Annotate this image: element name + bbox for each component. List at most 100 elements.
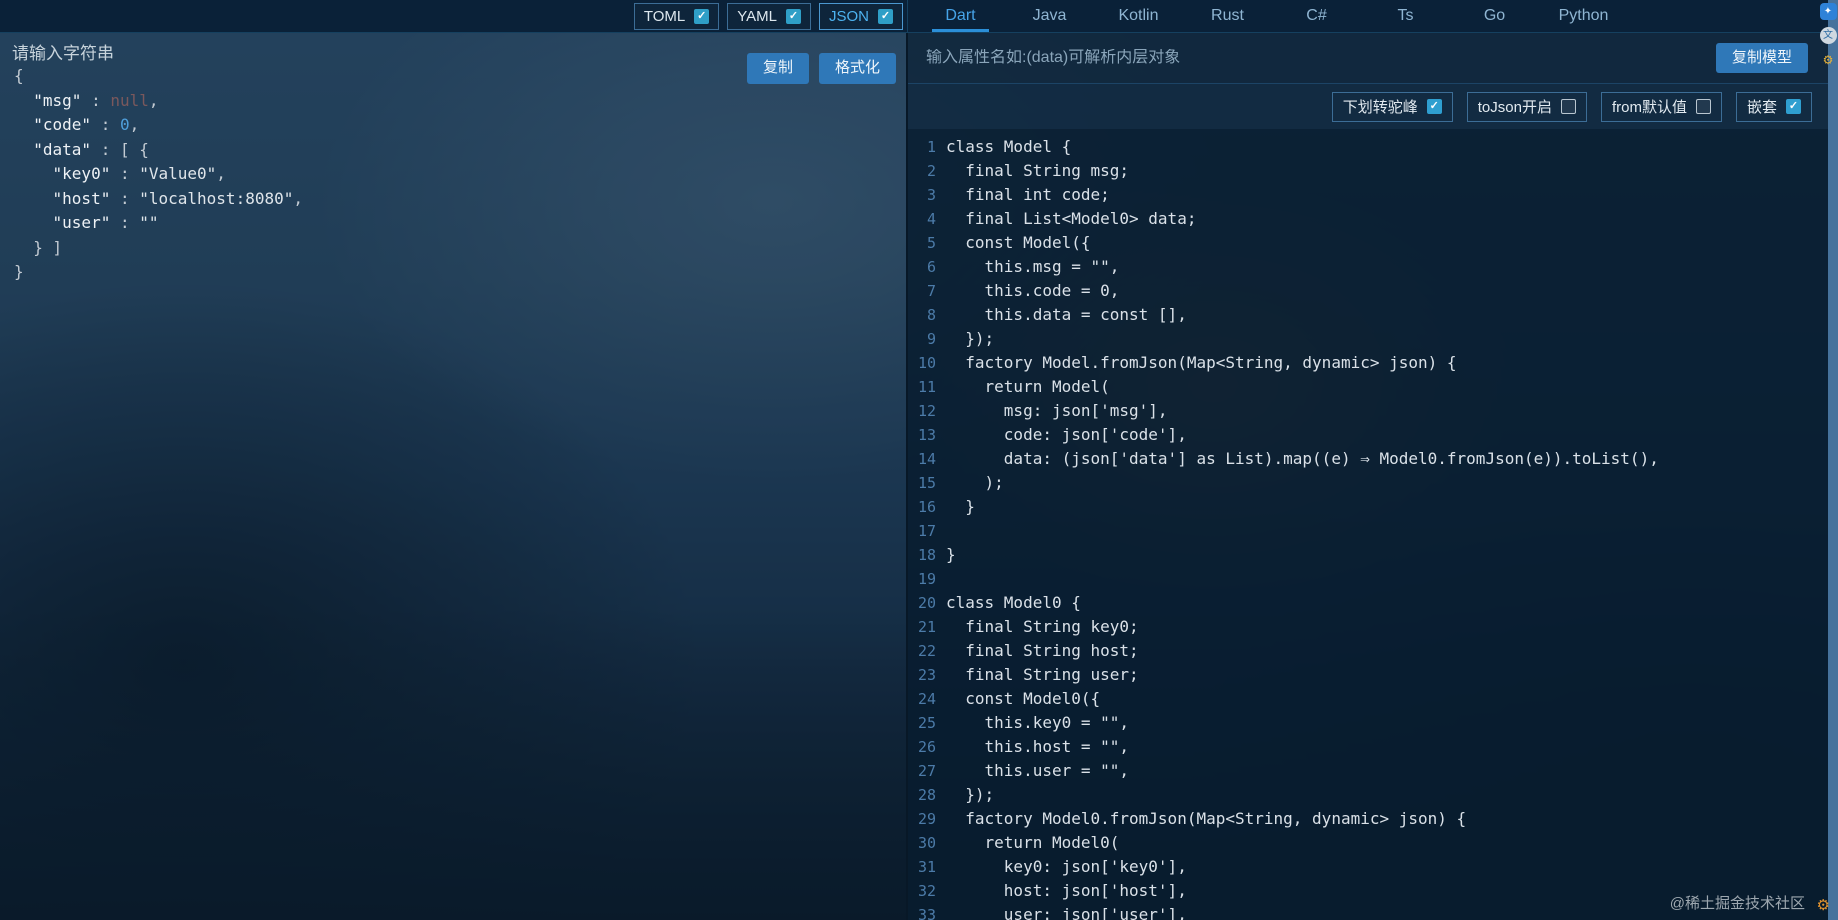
toml-checkbox[interactable]: [694, 8, 710, 24]
code-line: factory Model.fromJson(Map<String, dynam…: [946, 353, 1457, 372]
code-line: this.msg = "",: [946, 257, 1120, 276]
code-line: return Model(: [946, 377, 1110, 396]
line-number: 31: [917, 858, 936, 876]
code-line: code: json['code'],: [946, 425, 1187, 444]
code-line: this.code = 0,: [946, 281, 1120, 300]
tojson-checkbox[interactable]: [1560, 99, 1576, 114]
copy-model-button[interactable]: 复制模型: [1715, 42, 1808, 74]
generated-code-area[interactable]: 1 2 3 4 5 6 7 8 9 10 11 12 13 14 15 16 17 18 19 20 21 22 23 24 2…: [908, 129, 1838, 920]
line-number: 4: [926, 210, 936, 228]
line-number-gutter: 1 2 3 4 5 6 7 8 9 10 11 12 13 14 15 16 17 18 19 20 21 22 23 24 2…: [908, 135, 936, 920]
format-toggle-yaml[interactable]: YAML: [727, 2, 811, 30]
tab-csharp-label: C#: [1306, 7, 1327, 24]
tab-ts-label: Ts: [1397, 7, 1414, 24]
line-number: 11: [917, 378, 936, 396]
tab-python-label: Python: [1558, 7, 1609, 24]
settings-icon[interactable]: ⚙: [1820, 51, 1837, 68]
code-line: this.user = "",: [946, 761, 1130, 780]
line-number: 12: [917, 402, 936, 420]
json-editor[interactable]: { "msg" : null, "code" : 0, "data" : [ {…: [0, 64, 906, 920]
line-number: 3: [926, 186, 936, 204]
yaml-checkbox[interactable]: [785, 8, 801, 24]
tab-dart[interactable]: Dart: [916, 0, 1005, 32]
tab-go[interactable]: Go: [1450, 0, 1539, 32]
tab-python[interactable]: Python: [1539, 0, 1628, 32]
code-line: final String msg;: [946, 161, 1130, 180]
line-number: 32: [917, 882, 936, 900]
settings-icon-bottom[interactable]: ⚙: [1817, 896, 1830, 914]
json-input-panel: 请输入字符串 复制 格式化 { "msg" : null, "code" : 0…: [0, 33, 908, 920]
line-number: 10: [917, 354, 936, 372]
line-number: 20: [917, 594, 936, 612]
tab-kotlin[interactable]: Kotlin: [1094, 0, 1183, 32]
topbar: TOML YAML JSON Dart Java Kotlin Rust C# …: [0, 0, 1838, 33]
code-line: const Model0({: [946, 689, 1101, 708]
copy-button[interactable]: 复制: [746, 53, 809, 84]
main-content: 请输入字符串 复制 格式化 { "msg" : null, "code" : 0…: [0, 33, 1838, 920]
option-from-default-label: from默认值: [1611, 99, 1687, 116]
code-line: final String host;: [946, 641, 1139, 660]
scrollbar[interactable]: [1828, 0, 1838, 920]
nested-checkbox[interactable]: [1786, 99, 1801, 114]
code-line: final String key0;: [946, 617, 1139, 636]
toml-label: TOML: [643, 7, 686, 25]
tab-go-label: Go: [1483, 7, 1506, 24]
option-camel-case-label: 下划转驼峰: [1342, 99, 1418, 116]
tab-ts[interactable]: Ts: [1361, 0, 1450, 32]
code-line: this.key0 = "",: [946, 713, 1130, 732]
code-line: });: [946, 785, 995, 804]
property-row: 复制模型: [908, 33, 1838, 84]
json-line: "key0" : "Value0",: [52, 164, 226, 183]
tab-dart-label: Dart: [945, 7, 976, 24]
code-line: });: [946, 329, 995, 348]
line-number: 8: [926, 306, 936, 324]
code-line: }: [946, 497, 975, 516]
code-line: final int code;: [946, 185, 1110, 204]
option-nested[interactable]: 嵌套: [1735, 91, 1812, 122]
json-line: }: [14, 262, 24, 281]
json-label: JSON: [828, 7, 869, 25]
format-button[interactable]: 格式化: [818, 53, 896, 84]
line-number: 29: [917, 810, 936, 828]
tab-rust-label: Rust: [1211, 7, 1244, 24]
line-number: 15: [917, 474, 936, 492]
line-number: 16: [917, 498, 936, 516]
tab-java-label: Java: [1032, 7, 1067, 24]
code-line: final String user;: [946, 665, 1139, 684]
line-number: 28: [917, 786, 936, 804]
tab-csharp[interactable]: C#: [1272, 0, 1361, 32]
translate-icon[interactable]: 文: [1819, 27, 1837, 44]
model-output-panel: 复制模型 下划转驼峰 toJson开启 from默认值 嵌套 123456789…: [908, 33, 1838, 920]
watermark: @稀土掘金技术社区: [1669, 895, 1805, 912]
option-tojson-label: toJson开启: [1477, 99, 1552, 116]
option-camel-case[interactable]: 下划转驼峰: [1331, 91, 1453, 122]
line-number: 7: [926, 282, 936, 300]
camel-case-checkbox[interactable]: [1426, 99, 1442, 114]
json-checkbox[interactable]: [878, 8, 893, 24]
line-number: 9: [926, 330, 936, 348]
format-toggle-json[interactable]: JSON: [818, 2, 903, 30]
tab-rust[interactable]: Rust: [1183, 0, 1272, 32]
code-line: class Model0 {: [946, 593, 1081, 612]
from-default-checkbox[interactable]: [1695, 99, 1711, 114]
tab-java[interactable]: Java: [1005, 0, 1094, 32]
json-line: "data" : [ {: [33, 139, 149, 159]
input-panel-buttons: 复制 格式化: [746, 53, 896, 84]
line-number: 27: [917, 762, 936, 780]
line-number: 26: [917, 738, 936, 756]
property-name-input[interactable]: [926, 49, 1702, 67]
browser-widget-icons: ✦ 文 ⚙: [1819, 3, 1837, 68]
option-tojson[interactable]: toJson开启: [1466, 91, 1587, 122]
line-number: 21: [917, 618, 936, 636]
line-number: 22: [917, 642, 936, 660]
line-number: 13: [917, 426, 936, 444]
line-number: 17: [917, 522, 936, 540]
option-from-default[interactable]: from默认值: [1600, 91, 1722, 122]
json-line: "code" : 0,: [33, 115, 140, 134]
extension-icon[interactable]: ✦: [1819, 3, 1837, 20]
format-toggle-bar: TOML YAML JSON: [0, 0, 908, 32]
format-toggle-toml[interactable]: TOML: [633, 2, 720, 30]
line-number: 14: [917, 450, 936, 468]
